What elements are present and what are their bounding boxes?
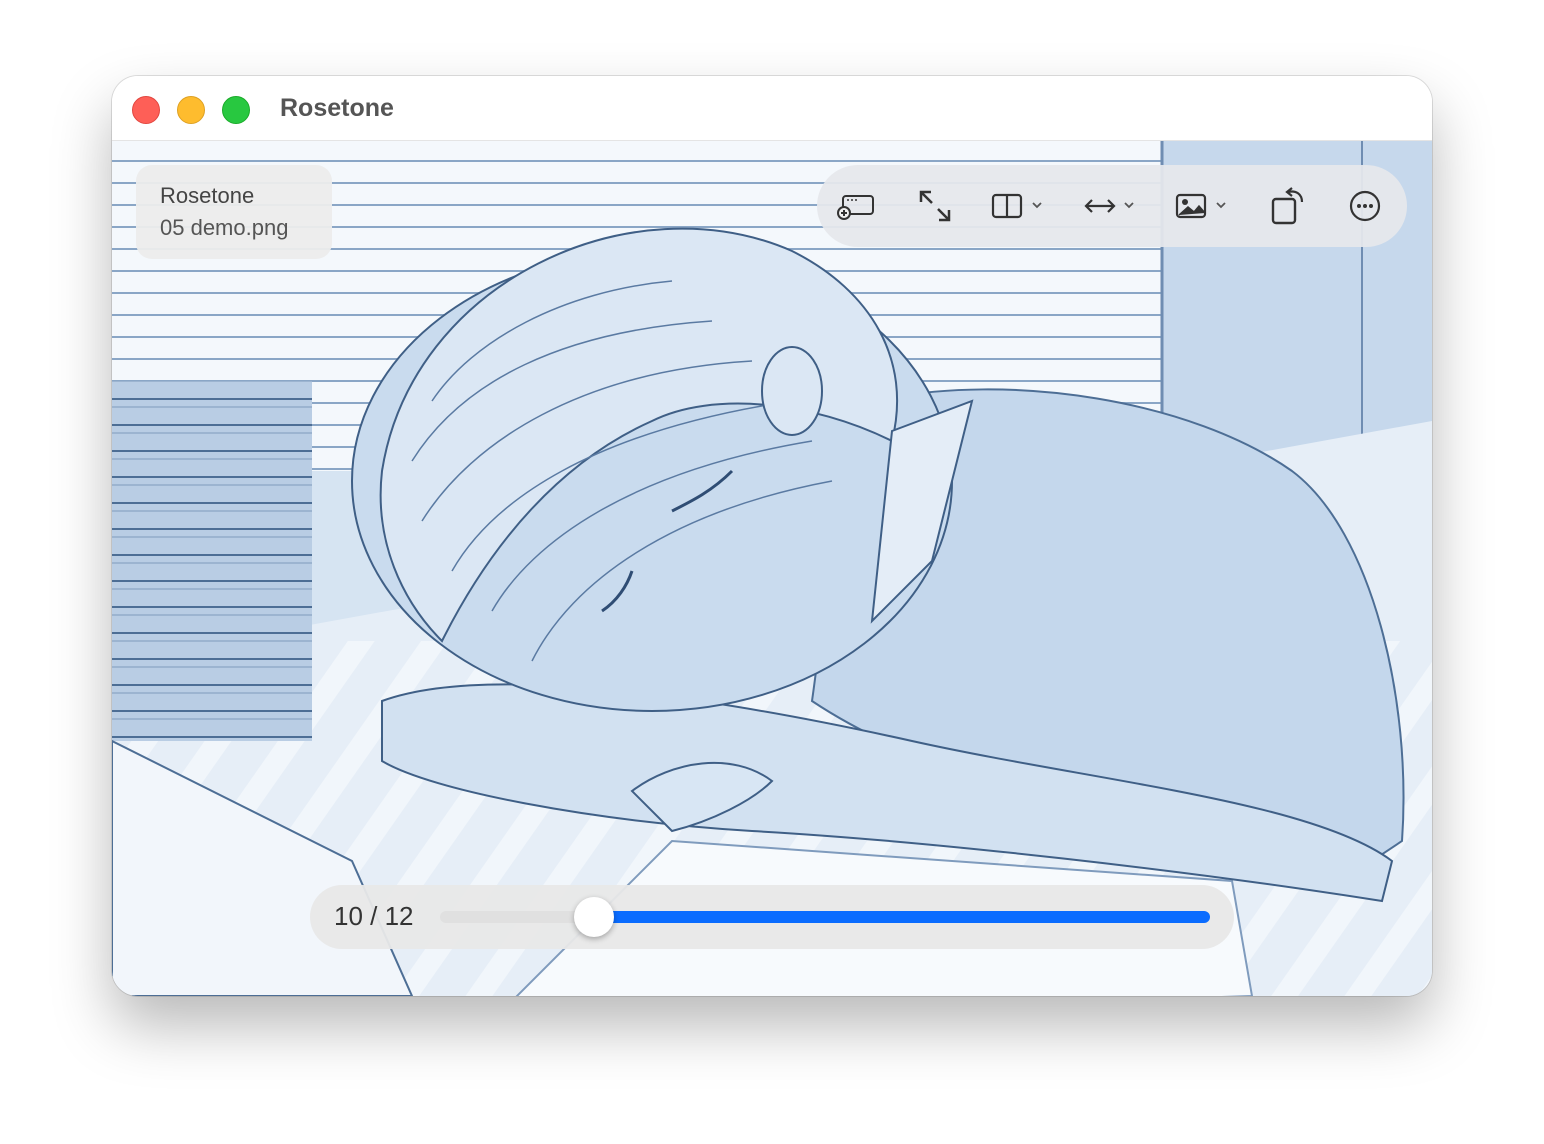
split-view-icon — [991, 193, 1042, 219]
maximize-window-button[interactable] — [222, 96, 250, 124]
info-app-name: Rosetone — [160, 183, 255, 208]
image-options-icon — [1175, 193, 1226, 219]
fullscreen-expand-icon — [919, 190, 951, 222]
page-slider-fill — [594, 911, 1210, 923]
page-scrubber: 10 / 12 — [310, 885, 1234, 949]
more-options-icon — [1349, 190, 1381, 222]
split-view-button[interactable] — [989, 180, 1049, 232]
minimize-window-button[interactable] — [177, 96, 205, 124]
add-caption-icon — [837, 195, 874, 220]
fit-width-icon — [1084, 199, 1134, 213]
rotate-icon — [1271, 187, 1304, 225]
info-file-name: 05 demo.png — [160, 215, 289, 240]
more-options-button[interactable] — [1347, 180, 1383, 232]
rotate-button[interactable] — [1269, 180, 1309, 232]
window-title: Rosetone — [280, 94, 394, 122]
close-window-button[interactable] — [132, 96, 160, 124]
app-window: Rosetone Rosetone 05 demo.png 10 / 12 — [112, 76, 1432, 996]
add-caption-button[interactable] — [835, 180, 879, 232]
page-slider-thumb[interactable] — [574, 897, 614, 937]
image-canvas[interactable]: Rosetone 05 demo.png 10 / 12 — [112, 141, 1432, 996]
page-slider-track[interactable] — [440, 897, 1210, 937]
titlebar: Rosetone — [112, 76, 1432, 141]
viewer-toolbar — [817, 165, 1407, 247]
fullscreen-button[interactable] — [915, 180, 955, 232]
fit-width-button[interactable] — [1081, 180, 1141, 232]
image-options-button[interactable] — [1173, 180, 1233, 232]
artwork-image — [112, 141, 1432, 996]
file-info-card: Rosetone 05 demo.png — [136, 165, 332, 259]
page-counter: 10 / 12 — [334, 901, 414, 931]
